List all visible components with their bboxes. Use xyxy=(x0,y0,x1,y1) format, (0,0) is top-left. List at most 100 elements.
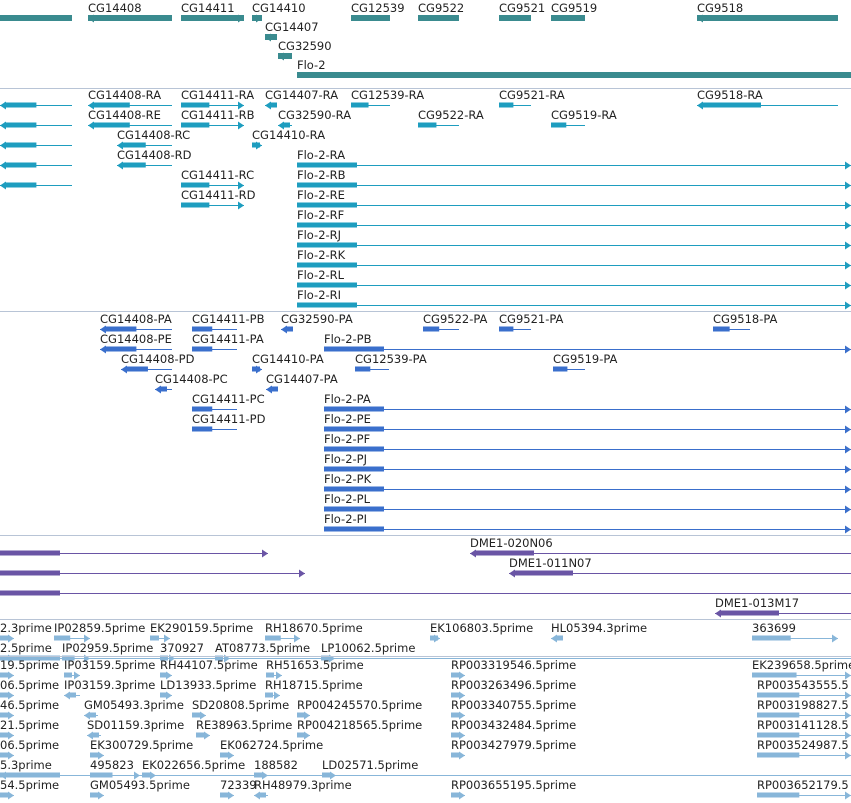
feature-rp004245570.5prime[interactable]: RP004245570.5prime xyxy=(297,698,422,720)
feature-flo-2-pl[interactable]: Flo-2-PL xyxy=(324,492,851,514)
feature-rh18670.5prime[interactable]: RH18670.5prime xyxy=(265,621,363,643)
feature-188582[interactable]: 188582 xyxy=(254,758,298,780)
feature-cg9521-ra[interactable]: CG9521-RA xyxy=(499,88,565,108)
feature-flo-2-pa[interactable]: Flo-2-PA xyxy=(324,392,851,414)
feature-ek239658.5prime[interactable]: EK239658.5prime xyxy=(752,658,851,680)
feature-cg14407-pa[interactable]: CG14407-PA xyxy=(266,372,338,394)
feature-gm05493.3prime[interactable]: GM05493.3prime xyxy=(84,698,184,720)
feature-19.5prime[interactable]: 19.5prime xyxy=(0,658,59,680)
feature-cg12539-ra[interactable]: CG12539-RA xyxy=(351,88,424,108)
feature-cg14408-pc[interactable]: CG14408-PC xyxy=(155,372,228,394)
feature-gm05493.5prime[interactable]: GM05493.5prime xyxy=(90,778,190,800)
feature-flo-2-pe[interactable]: Flo-2-PE xyxy=(324,412,851,434)
feature-495823[interactable]: 495823 xyxy=(90,758,140,780)
feature-flo-2-rf[interactable]: Flo-2-RF xyxy=(297,208,851,230)
feature-cg14408-pd[interactable]: CG14408-PD xyxy=(121,352,195,374)
feature-segment[interactable] xyxy=(0,181,72,190)
feature-re38963.5prime[interactable]: RE38963.5prime xyxy=(196,718,292,740)
feature-cg9522[interactable]: CG9522 xyxy=(418,1,464,21)
feature-cg14411-rb[interactable]: CG14411-RB xyxy=(181,108,255,130)
feature-flo-2-pb[interactable]: Flo-2-PB xyxy=(324,332,851,354)
feature-flo-2-re[interactable]: Flo-2-RE xyxy=(297,188,851,210)
feature-72339[interactable]: 72339 xyxy=(220,778,257,800)
feature-flo-2-rk[interactable]: Flo-2-RK xyxy=(297,248,851,270)
feature-ek300729.5prime[interactable]: EK300729.5prime xyxy=(90,738,193,760)
feature-cg14407-ra[interactable]: CG14407-RA xyxy=(265,88,338,110)
feature-dme1-011n07[interactable]: DME1-011N07 xyxy=(0,556,592,578)
feature-flo-2[interactable]: Flo-2 xyxy=(297,58,851,78)
feature-21.5prime[interactable]: 21.5prime xyxy=(0,718,59,740)
feature-rp003427979.5prime[interactable]: RP003427979.5prime xyxy=(451,738,576,760)
feature-cg14411-rc[interactable]: CG14411-RC xyxy=(181,168,254,190)
feature-rh51653.5prime[interactable]: RH51653.5prime xyxy=(266,658,364,680)
feature-cg14410-pa[interactable]: CG14410-PA xyxy=(252,352,324,374)
feature-segment[interactable] xyxy=(0,121,72,130)
feature-flo-2-pi[interactable]: Flo-2-PI xyxy=(324,512,851,534)
feature-rp003432484.5prime[interactable]: RP003432484.5prime xyxy=(451,718,576,740)
feature-cg9521[interactable]: CG9521 xyxy=(499,1,545,21)
feature-cg9518-ra[interactable]: CG9518-RA xyxy=(697,88,838,110)
feature-rp004218565.5prime[interactable]: RP004218565.5prime xyxy=(297,718,422,740)
feature-segment[interactable] xyxy=(0,101,72,110)
feature-rp003198827.5[interactable]: RP003198827.5 xyxy=(757,698,851,720)
feature-06.5prime[interactable]: 06.5prime xyxy=(0,738,59,760)
feature-sd20808.5prime[interactable]: SD20808.5prime xyxy=(192,698,289,720)
feature-rp003141128.5[interactable]: RP003141128.5 xyxy=(757,718,851,740)
feature-cg14411-pd[interactable]: CG14411-PD xyxy=(192,412,266,432)
feature-cg14408-pe[interactable]: CG14408-PE xyxy=(100,332,172,354)
feature-cg9519-pa[interactable]: CG9519-PA xyxy=(553,352,618,372)
feature-cg14408-ra[interactable]: CG14408-RA xyxy=(88,88,172,110)
feature-cg9522-pa[interactable]: CG9522-PA xyxy=(423,312,488,332)
feature-rp003319546.5prime[interactable]: RP003319546.5prime xyxy=(451,658,576,680)
feature-cg14408-re[interactable]: CG14408-RE xyxy=(88,108,172,130)
feature-segment[interactable] xyxy=(0,141,72,150)
feature-ld13933.5prime[interactable]: LD13933.5prime xyxy=(160,678,256,700)
feature-ek106803.5prime[interactable]: EK106803.5prime xyxy=(430,621,533,643)
feature-dme1-020n06[interactable]: DME1-020N06 xyxy=(0,536,553,558)
feature-cg14411[interactable]: CG14411 xyxy=(181,1,244,23)
feature-cg14408[interactable]: CG14408 xyxy=(88,1,172,23)
feature-segment[interactable] xyxy=(0,161,72,170)
feature-cg12539-pa[interactable]: CG12539-PA xyxy=(355,352,427,372)
feature-rh44107.5prime[interactable]: RH44107.5prime xyxy=(160,658,258,680)
feature-ld02571.5prime[interactable]: LD02571.5prime xyxy=(322,758,418,780)
feature-54.5prime[interactable]: 54.5prime xyxy=(0,778,59,800)
feature-cg9518-pa[interactable]: CG9518-PA xyxy=(713,312,778,332)
feature-segment[interactable] xyxy=(0,772,851,778)
feature-flo-2-pf[interactable]: Flo-2-PF xyxy=(324,432,851,454)
feature-cg14410-ra[interactable]: CG14410-RA xyxy=(252,128,325,150)
feature-flo-2-ra[interactable]: Flo-2-RA xyxy=(297,148,851,170)
feature-2.3prime[interactable]: 2.3prime xyxy=(0,621,52,643)
feature-ip02859.5prime[interactable]: IP02859.5prime xyxy=(54,621,145,643)
feature-rh48979.3prime[interactable]: RH48979.3prime xyxy=(254,778,352,800)
feature-cg14411-ra[interactable]: CG14411-RA xyxy=(181,88,254,110)
feature-rp003655195.5prime[interactable]: RP003655195.5prime xyxy=(451,778,576,800)
feature-cg12539[interactable]: CG12539 xyxy=(351,1,405,21)
feature-flo-2-ri[interactable]: Flo-2-RI xyxy=(297,288,851,310)
feature-segment[interactable] xyxy=(509,569,851,578)
feature-363699[interactable]: 363699 xyxy=(752,621,838,643)
feature-cg14411-rd[interactable]: CG14411-RD xyxy=(181,188,256,210)
feature-cg9522-ra[interactable]: CG9522-RA xyxy=(418,108,484,128)
feature-cg32590-ra[interactable]: CG32590-RA xyxy=(278,108,351,130)
feature-rp003524987.5[interactable]: RP003524987.5 xyxy=(757,738,851,760)
feature-hl05394.3prime[interactable]: HL05394.3prime xyxy=(551,621,647,643)
feature-46.5prime[interactable]: 46.5prime xyxy=(0,698,59,720)
feature-cg32590-pa[interactable]: CG32590-PA xyxy=(281,312,353,334)
feature-cg14411-pa[interactable]: CG14411-PA xyxy=(192,332,264,352)
feature-segment[interactable] xyxy=(0,590,851,596)
feature-cg14408-pa[interactable]: CG14408-PA xyxy=(100,312,172,334)
feature-06.5prime[interactable]: 06.5prime xyxy=(0,678,59,700)
feature-flo-2-pk[interactable]: Flo-2-PK xyxy=(324,472,851,494)
feature-rp003263496.5prime[interactable]: RP003263496.5prime xyxy=(451,678,576,700)
feature-dme1-013m17[interactable]: DME1-013M17 xyxy=(715,596,851,618)
feature-cg9519-ra[interactable]: CG9519-RA xyxy=(551,108,617,128)
feature-rp003543555.5[interactable]: RP003543555.5 xyxy=(757,678,851,700)
feature-segment[interactable] xyxy=(0,15,72,21)
feature-flo-2-rb[interactable]: Flo-2-RB xyxy=(297,168,851,190)
feature-flo-2-rj[interactable]: Flo-2-RJ xyxy=(297,228,851,250)
feature-cg14411-pc[interactable]: CG14411-PC xyxy=(192,392,265,412)
feature-rp003340755.5prime[interactable]: RP003340755.5prime xyxy=(451,698,576,720)
feature-flo-2-pj[interactable]: Flo-2-PJ xyxy=(324,452,851,474)
feature-cg14411-pb[interactable]: CG14411-PB xyxy=(192,312,265,332)
